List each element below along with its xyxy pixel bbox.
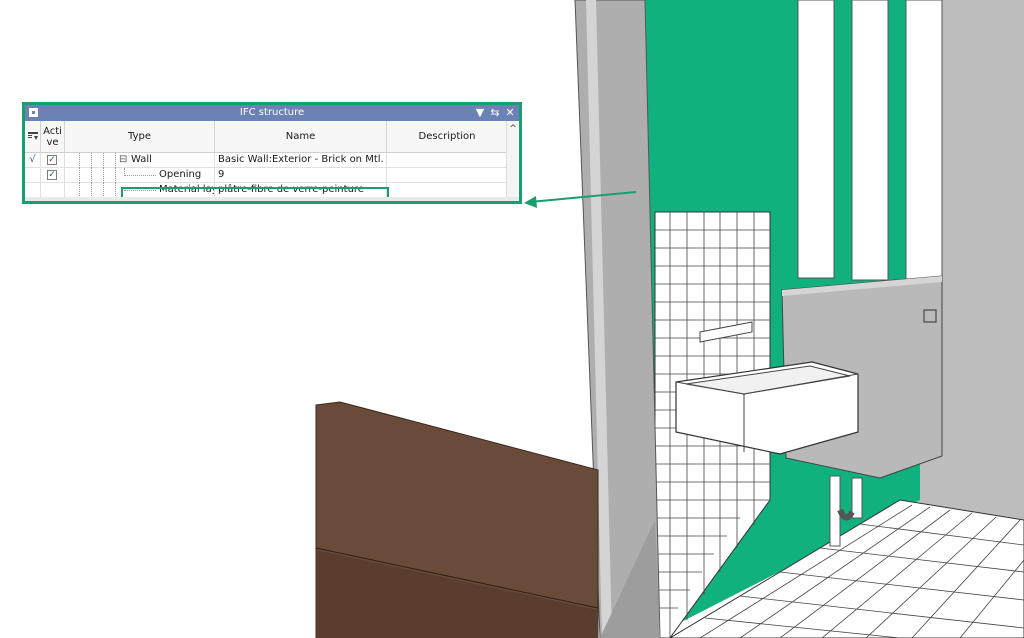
row-type: Wall bbox=[131, 154, 152, 165]
row-active-mark bbox=[25, 183, 41, 198]
horizontal-scrollbar[interactable] bbox=[25, 197, 519, 201]
ifc-structure-panel: IFC structure ▼ ⇆ ✕ Acti ve Type Name Des… bbox=[22, 102, 522, 204]
panel-titlebar[interactable]: IFC structure ▼ ⇆ ✕ bbox=[25, 105, 519, 121]
scroll-up-button[interactable]: ^ bbox=[507, 123, 519, 135]
bim-3d-scene[interactable] bbox=[0, 0, 1024, 638]
collapse-icon[interactable]: ⊟ bbox=[119, 153, 127, 167]
table-row[interactable]: ✓ Opening 9 bbox=[25, 168, 507, 183]
table-row[interactable]: √ ✓ ⊟ Wall Basic Wall:Exterior - Brick o… bbox=[25, 153, 507, 168]
row-active-mark bbox=[25, 168, 41, 183]
filter-columns-icon[interactable] bbox=[25, 121, 41, 152]
panel-close-button[interactable]: ✕ bbox=[503, 105, 517, 121]
wood-block bbox=[315, 401, 599, 638]
column-header-name[interactable]: Name bbox=[215, 121, 387, 152]
row-active-checkbox[interactable]: ✓ bbox=[47, 170, 57, 180]
column-header-type[interactable]: Type bbox=[65, 121, 215, 152]
grid-header: Acti ve Type Name Description bbox=[25, 121, 519, 153]
bim-viewport[interactable]: IFC structure ▼ ⇆ ✕ Acti ve Type Name Des… bbox=[0, 0, 1024, 638]
row-name: Basic Wall:Exterior - Brick on Mtl. ... bbox=[215, 153, 387, 168]
row-description bbox=[387, 183, 495, 198]
panel-menu-button[interactable]: ▼ bbox=[473, 105, 487, 121]
row-active-checkbox[interactable]: ✓ bbox=[47, 155, 57, 165]
row-description bbox=[387, 153, 495, 168]
row-type: Opening bbox=[159, 169, 202, 180]
row-description bbox=[387, 168, 495, 183]
column-header-description[interactable]: Description bbox=[387, 121, 507, 152]
column-header-active[interactable]: Acti ve bbox=[41, 121, 65, 152]
panel-title: IFC structure bbox=[239, 107, 305, 118]
row-name: 9 bbox=[215, 168, 387, 183]
row-active-empty bbox=[41, 183, 65, 198]
panel-dock-button[interactable]: ⇆ bbox=[488, 105, 502, 121]
row-active-mark: √ bbox=[25, 153, 41, 168]
